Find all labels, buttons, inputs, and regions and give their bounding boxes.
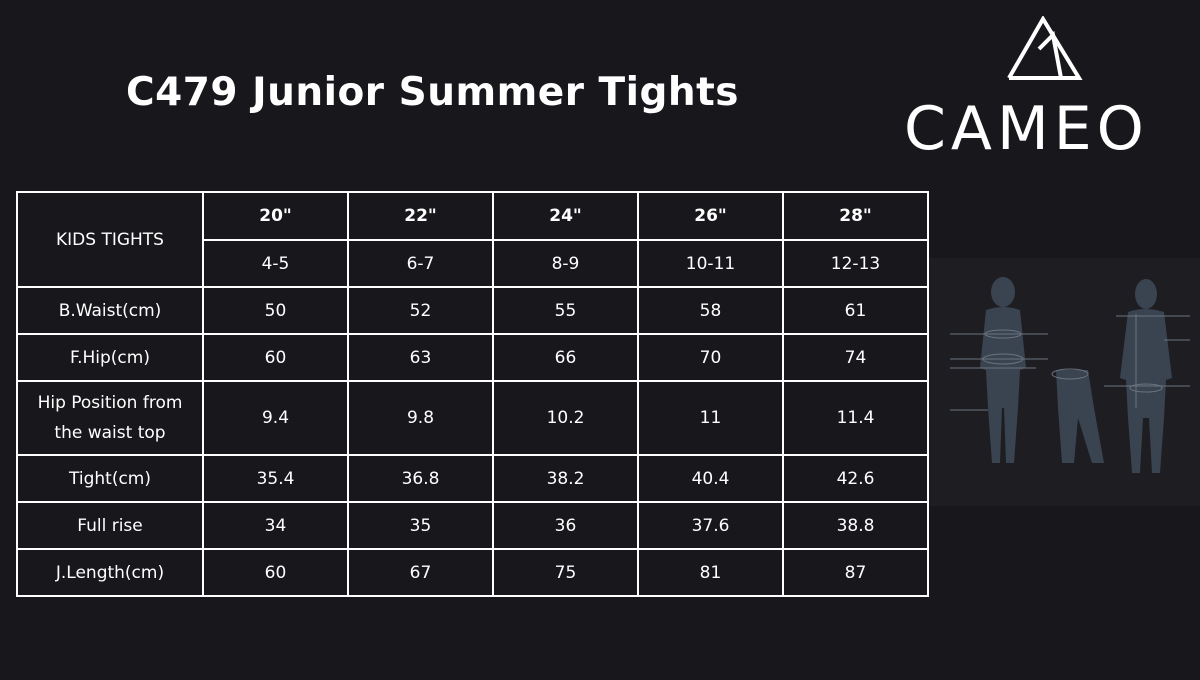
table-row: J.Length(cm) 60 67 75 81 87: [16, 548, 929, 597]
size-header-row: KIDS TIGHTS 20" 22" 24" 26" 28": [16, 191, 929, 288]
table-cell: 11: [637, 380, 784, 456]
age-header: 4-5: [202, 239, 349, 288]
table-cell: 58: [637, 286, 784, 335]
table-cell: 60: [202, 548, 349, 597]
table-cell: 42.6: [782, 454, 929, 503]
table-cell: 61: [782, 286, 929, 335]
table-cell: 70: [637, 333, 784, 382]
table-row: F.Hip(cm) 60 63 66 70 74: [16, 333, 929, 382]
row-label: Full rise: [16, 501, 204, 550]
size-header: 28": [782, 191, 929, 241]
table-row: B.Waist(cm) 50 52 55 58 61: [16, 286, 929, 335]
age-header: 8-9: [492, 239, 639, 288]
corner-label: KIDS TIGHTS: [16, 191, 204, 288]
size-header: 20": [202, 191, 349, 241]
page-title: C479 Junior Summer Tights: [126, 70, 740, 115]
table-cell: 63: [347, 333, 494, 382]
table-cell: 35.4: [202, 454, 349, 503]
age-header: 10-11: [637, 239, 784, 288]
table-cell: 74: [782, 333, 929, 382]
table-cell: 35: [347, 501, 494, 550]
size-table: KIDS TIGHTS 20" 22" 24" 26" 28" 4-5 6-7 …: [16, 191, 929, 597]
table-row: Tight(cm) 35.4 36.8 38.2 40.4 42.6: [16, 454, 929, 503]
table-cell: 87: [782, 548, 929, 597]
table-cell: 34: [202, 501, 349, 550]
row-label: F.Hip(cm): [16, 333, 204, 382]
table-cell: 60: [202, 333, 349, 382]
table-cell: 37.6: [637, 501, 784, 550]
table-cell: 55: [492, 286, 639, 335]
table-cell: 36: [492, 501, 639, 550]
table-row: Hip Position from the waist top 9.4 9.8 …: [16, 380, 929, 456]
table-cell: 40.4: [637, 454, 784, 503]
table-cell: 10.2: [492, 380, 639, 456]
row-label: B.Waist(cm): [16, 286, 204, 335]
table-cell: 9.4: [202, 380, 349, 456]
brand-logo: CAMEO: [900, 16, 1185, 166]
table-cell: 38.8: [782, 501, 929, 550]
table-cell: 50: [202, 286, 349, 335]
table-cell: 9.8: [347, 380, 494, 456]
table-cell: 66: [492, 333, 639, 382]
brand-name: CAMEO: [904, 94, 1149, 164]
mountain-logo-icon: [1007, 16, 1083, 80]
row-label: Tight(cm): [16, 454, 204, 503]
table-cell: 81: [637, 548, 784, 597]
size-header: 26": [637, 191, 784, 241]
age-header: 12-13: [782, 239, 929, 288]
table-cell: 52: [347, 286, 494, 335]
table-cell: 75: [492, 548, 639, 597]
measurement-figure-panel: [928, 258, 1200, 506]
table-cell: 36.8: [347, 454, 494, 503]
body-measurement-figures-icon: [950, 277, 1190, 473]
age-header: 6-7: [347, 239, 494, 288]
size-chart-page: C479 Junior Summer Tights CAMEO KIDS TIG…: [0, 0, 1200, 680]
table-cell: 67: [347, 548, 494, 597]
size-header: 24": [492, 191, 639, 241]
table-row: Full rise 34 35 36 37.6 38.8: [16, 501, 929, 550]
table-cell: 38.2: [492, 454, 639, 503]
row-label: J.Length(cm): [16, 548, 204, 597]
row-label: Hip Position from the waist top: [16, 380, 204, 456]
size-header: 22": [347, 191, 494, 241]
table-cell: 11.4: [782, 380, 929, 456]
